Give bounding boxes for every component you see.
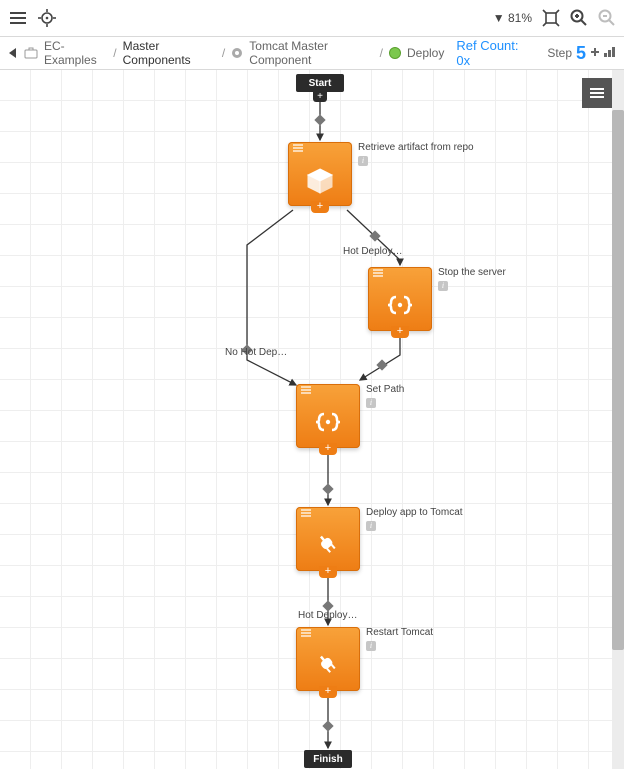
edge-label: Hot Deploy…	[298, 610, 357, 621]
step-deploy-app[interactable]	[296, 507, 360, 571]
info-icon[interactable]	[366, 641, 376, 651]
finish-node[interactable]: Finish	[304, 750, 352, 768]
target-icon[interactable]	[38, 9, 56, 27]
step-add-icon[interactable]	[319, 686, 337, 698]
back-icon[interactable]	[8, 48, 18, 58]
edge-label: Hot Deploy…	[343, 246, 402, 257]
crumb-3[interactable]: Deploy	[407, 46, 444, 60]
step-add-icon[interactable]	[319, 566, 337, 578]
step-label: Set Path	[366, 384, 404, 395]
scrollbar-thumb[interactable]	[612, 110, 624, 650]
add-step-icon[interactable]	[590, 46, 600, 60]
breadcrumb-bar: EC-Examples / Master Components / Tomcat…	[0, 37, 624, 70]
step-add-icon[interactable]	[319, 443, 337, 455]
vertical-scrollbar[interactable]	[612, 70, 624, 769]
start-node[interactable]: Start	[296, 74, 344, 92]
step-add-icon[interactable]	[311, 201, 329, 213]
step-add-icon[interactable]	[391, 326, 409, 338]
step-label: Stop the server	[438, 267, 506, 278]
ref-count: Ref Count: 0x	[456, 38, 525, 68]
info-icon[interactable]	[358, 156, 368, 166]
side-panel-toggle[interactable]	[582, 78, 612, 108]
zoom-out-icon[interactable]	[598, 9, 616, 27]
briefcase-icon	[24, 46, 38, 60]
step-restart-tomcat[interactable]	[296, 627, 360, 691]
edge-label: No Hot Dep…	[225, 347, 287, 358]
braces-icon	[296, 396, 360, 448]
workflow-canvas[interactable]: Start Finish Retrieve artifact from repo…	[0, 70, 624, 769]
zoom-in-icon[interactable]	[570, 9, 588, 27]
cube-icon	[288, 154, 352, 206]
toolbar: ▼ 81%	[0, 0, 624, 37]
component-icon	[231, 46, 243, 60]
step-counter: Step 5	[547, 43, 616, 64]
step-label: Restart Tomcat	[366, 627, 433, 638]
plug-icon	[296, 639, 360, 691]
plug-icon	[296, 519, 360, 571]
crumb-2[interactable]: Tomcat Master Component	[249, 39, 373, 67]
step-retrieve-artifact[interactable]	[288, 142, 352, 206]
deploy-dot-icon	[389, 46, 401, 60]
start-add-icon[interactable]	[313, 92, 327, 102]
zoom-dropdown[interactable]: ▼ 81%	[493, 11, 532, 25]
info-icon[interactable]	[366, 398, 376, 408]
crumb-1[interactable]: Master Components	[123, 39, 216, 67]
step-label: Deploy app to Tomcat	[366, 507, 463, 518]
info-icon[interactable]	[438, 281, 448, 291]
step-stop-server[interactable]	[368, 267, 432, 331]
fit-icon[interactable]	[542, 9, 560, 27]
step-set-path[interactable]	[296, 384, 360, 448]
step-label: Retrieve artifact from repo	[358, 142, 474, 153]
crumb-0[interactable]: EC-Examples	[44, 39, 107, 67]
chart-icon[interactable]	[604, 46, 616, 60]
info-icon[interactable]	[366, 521, 376, 531]
menu-icon[interactable]	[8, 8, 28, 28]
braces-icon	[368, 279, 432, 331]
